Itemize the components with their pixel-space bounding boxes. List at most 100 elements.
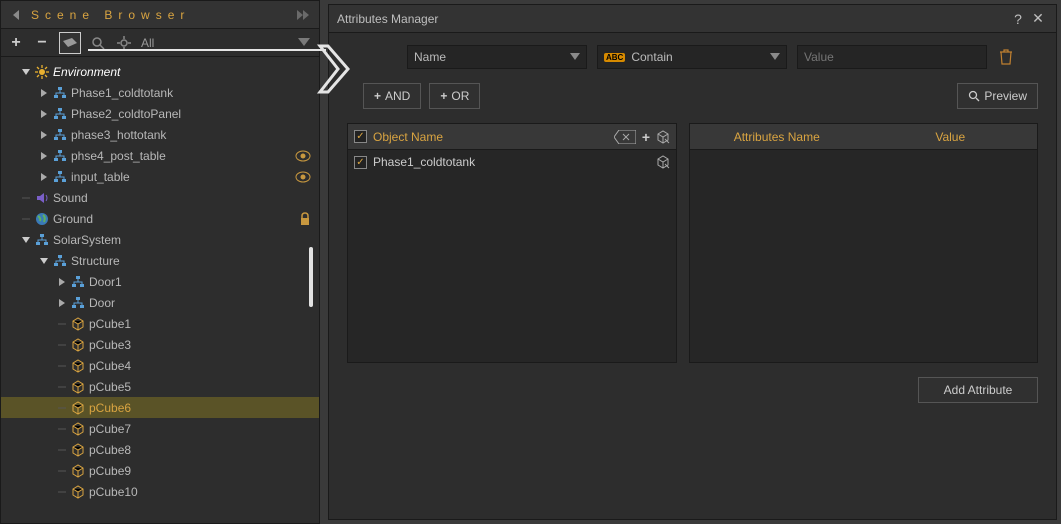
trash-icon[interactable]	[997, 48, 1015, 66]
globe-icon	[35, 212, 49, 226]
tree-row[interactable]: Ground	[1, 208, 319, 229]
expand-icon[interactable]	[37, 152, 51, 160]
filter-contain-dropdown[interactable]: ABC Contain	[597, 45, 787, 69]
filter-value-input[interactable]	[797, 45, 987, 69]
tree-row[interactable]: Sound	[1, 187, 319, 208]
filter-name-dropdown[interactable]: Name	[407, 45, 587, 69]
visibility-eye-icon[interactable]	[295, 171, 311, 183]
expand-icon[interactable]	[37, 89, 51, 97]
expand-icon[interactable]	[55, 320, 69, 328]
attributes-manager-panel: Attributes Manager ? ✕ Name ABC Contain	[328, 4, 1057, 520]
tree-item-label: input_table	[71, 170, 130, 184]
expand-icon[interactable]	[55, 278, 69, 286]
cube-icon	[71, 380, 85, 394]
preview-button[interactable]: Preview	[957, 83, 1038, 109]
expand-icon[interactable]	[19, 215, 33, 223]
expand-icon[interactable]	[55, 404, 69, 412]
tree-item-label: pCube10	[89, 485, 138, 499]
tree-row[interactable]: pCube3	[1, 334, 319, 355]
filter-value-field[interactable]	[804, 50, 980, 64]
add-attribute-button[interactable]: Add Attribute	[918, 377, 1038, 403]
gear-icon[interactable]	[115, 34, 133, 52]
help-icon[interactable]: ?	[1008, 11, 1028, 27]
tree-row[interactable]: input_table	[1, 166, 319, 187]
tree-row[interactable]: phase3_hottotank	[1, 124, 319, 145]
hier-icon	[53, 86, 67, 100]
tree-item-label: pCube8	[89, 443, 131, 457]
tree-item-label: pCube3	[89, 338, 131, 352]
filter-all-label[interactable]: All	[141, 36, 154, 50]
tree-row[interactable]: pCube8	[1, 439, 319, 460]
pick-cube-icon[interactable]	[656, 130, 670, 144]
tree-item-label: Environment	[53, 65, 120, 79]
filter-row: Name ABC Contain	[407, 45, 1038, 69]
expand-icon[interactable]	[55, 425, 69, 433]
tag-tool-highlighted[interactable]	[59, 32, 81, 54]
lock-icon[interactable]	[299, 212, 311, 226]
pick-cube-icon[interactable]	[656, 155, 670, 169]
expand-icon[interactable]	[19, 236, 33, 244]
expand-icon[interactable]	[55, 488, 69, 496]
expand-icon[interactable]	[55, 362, 69, 370]
scene-browser-panel: Scene Browser + − All EnvironmentPhase1_…	[0, 0, 320, 524]
tree-row[interactable]: pCube6	[1, 397, 319, 418]
hier-icon	[71, 296, 85, 310]
tree-row[interactable]: Door1	[1, 271, 319, 292]
magnify-icon	[968, 90, 980, 102]
expand-icon[interactable]	[37, 110, 51, 118]
attributes-name-col: Attributes Name	[690, 130, 864, 144]
filter-contain-label: Contain	[631, 50, 672, 64]
filter-dropdown-icon[interactable]	[295, 34, 313, 52]
expand-icon[interactable]	[55, 341, 69, 349]
object-name-list: ✓ Object Name + ✓Phase1_coldtotank	[347, 123, 677, 363]
expand-icon[interactable]	[55, 467, 69, 475]
collapse-left-icon[interactable]	[7, 6, 25, 24]
tree-row[interactable]: pCube5	[1, 376, 319, 397]
or-button[interactable]: +OR	[429, 83, 480, 109]
tree-row[interactable]: Phase1_coldtotank	[1, 82, 319, 103]
tree-item-label: Sound	[53, 191, 88, 205]
expand-icon[interactable]	[19, 68, 33, 76]
tree-row[interactable]: Environment	[1, 61, 319, 82]
clear-tag-icon[interactable]	[614, 130, 636, 144]
expand-icon[interactable]	[37, 131, 51, 139]
remove-icon[interactable]: −	[33, 34, 51, 52]
tree-item-label: Phase2_coldtoPanel	[71, 107, 181, 121]
search-icon[interactable]	[89, 34, 107, 52]
expand-icon[interactable]	[19, 194, 33, 202]
header-checkbox[interactable]: ✓	[354, 130, 367, 143]
tree-row[interactable]: pCube1	[1, 313, 319, 334]
tree-row[interactable]: Phase2_coldtoPanel	[1, 103, 319, 124]
visibility-eye-icon[interactable]	[295, 150, 311, 162]
plus-icon[interactable]: +	[642, 129, 650, 145]
expand-icon[interactable]	[37, 257, 51, 265]
expand-icon[interactable]	[55, 299, 69, 307]
value-col: Value	[864, 130, 1038, 144]
attributes-title: Attributes Manager	[337, 12, 1008, 26]
expand-icon[interactable]	[55, 446, 69, 454]
tree-row[interactable]: Door	[1, 292, 319, 313]
scene-browser-toolbar: + − All	[1, 29, 319, 57]
expand-icon[interactable]	[37, 173, 51, 181]
tree-row[interactable]: Structure	[1, 250, 319, 271]
collapse-right-icon[interactable]	[295, 6, 313, 24]
hier-icon	[53, 254, 67, 268]
and-button[interactable]: +AND	[363, 83, 421, 109]
row-checkbox[interactable]: ✓	[354, 156, 367, 169]
scene-tree[interactable]: Environment Phase1_coldtotank Phase2_coldt…	[1, 57, 319, 523]
close-icon[interactable]: ✕	[1028, 10, 1048, 27]
tree-row[interactable]: pCube4	[1, 355, 319, 376]
cube-icon	[71, 464, 85, 478]
logic-button-row: +AND +OR Preview	[363, 83, 1038, 109]
cube-icon	[71, 485, 85, 499]
tree-row[interactable]: pCube7	[1, 418, 319, 439]
tree-row[interactable]: phse4_post_table	[1, 145, 319, 166]
object-row[interactable]: ✓Phase1_coldtotank	[348, 150, 676, 174]
expand-icon[interactable]	[55, 383, 69, 391]
tree-item-label: Structure	[71, 254, 120, 268]
tree-row[interactable]: pCube10	[1, 481, 319, 502]
tree-row[interactable]: pCube9	[1, 460, 319, 481]
tree-row[interactable]: SolarSystem	[1, 229, 319, 250]
tree-item-label: Phase1_coldtotank	[71, 86, 173, 100]
add-icon[interactable]: +	[7, 34, 25, 52]
